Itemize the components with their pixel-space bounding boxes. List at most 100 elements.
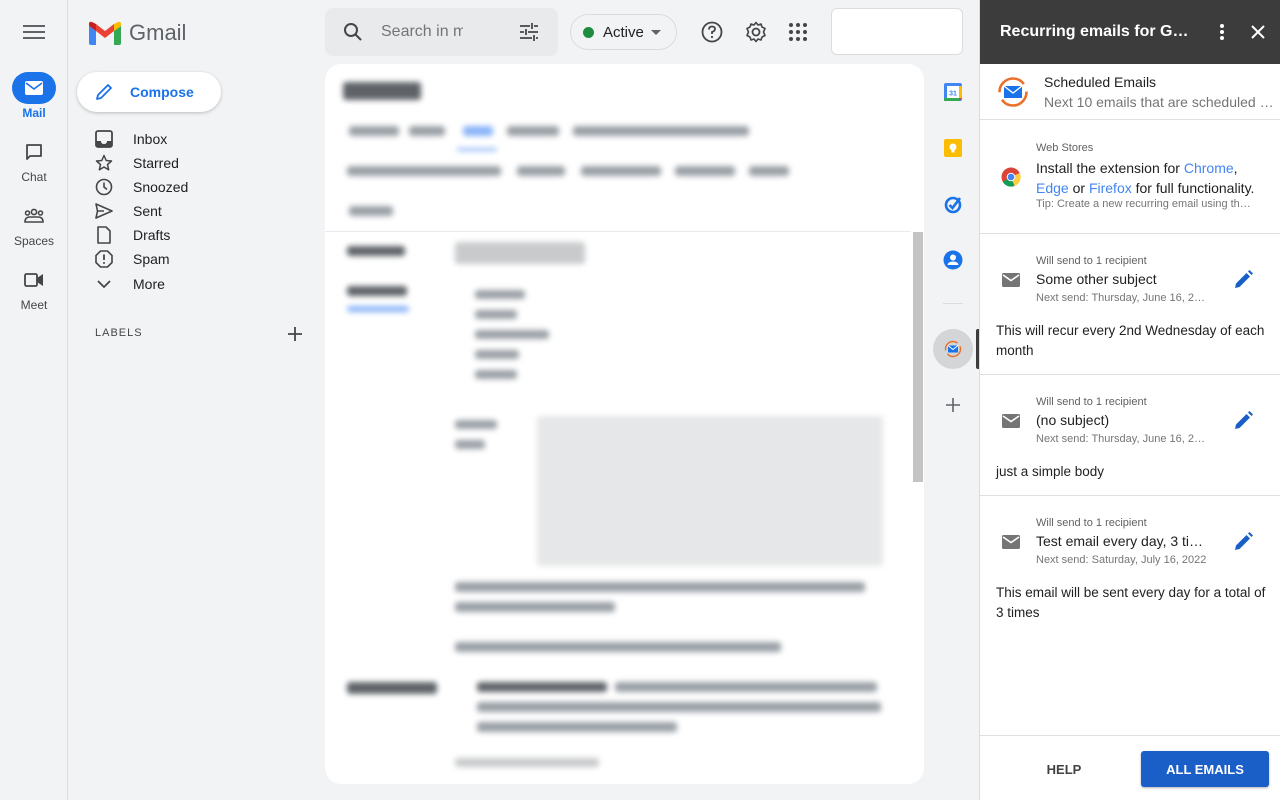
- edit-email-button[interactable]: [1231, 268, 1255, 292]
- email-description: This email will be sent every day for a …: [996, 585, 1266, 620]
- mail-icon: [25, 81, 43, 95]
- status-dot: [583, 26, 594, 38]
- nav-label: Sent: [133, 203, 162, 219]
- panel-title: Recurring emails for Gmail: [1000, 23, 1196, 40]
- rail-item-label: Chat: [21, 170, 47, 184]
- meet-icon: [24, 273, 43, 287]
- calendar-icon: 31: [944, 83, 962, 101]
- keep-app-button[interactable]: [941, 136, 965, 160]
- tasks-app-button[interactable]: [941, 192, 965, 216]
- install-extension-text: Install the extension for Chrome, Edge o…: [1036, 158, 1272, 198]
- compose-button[interactable]: Compose: [77, 72, 221, 112]
- panel-close-button[interactable]: [1246, 20, 1270, 44]
- clock-icon: [95, 178, 113, 196]
- install-text: Install the extension for: [1036, 160, 1184, 176]
- main-scrollbar[interactable]: [913, 232, 923, 482]
- email-description: just a simple body: [996, 464, 1105, 479]
- firefox-store-link[interactable]: Firefox: [1089, 180, 1132, 196]
- nav-item-starred[interactable]: Starred: [94, 151, 314, 175]
- email-description: This will recur every 2nd Wednesday of e…: [996, 323, 1265, 358]
- panel-more-button[interactable]: [1210, 20, 1234, 44]
- caret-down-icon: [650, 29, 661, 35]
- email-subject: Test email every day, 3 times: [1036, 533, 1208, 549]
- web-stores-section: Web Stores Install the extension for Chr…: [980, 120, 1280, 234]
- status-dropdown[interactable]: Active: [570, 14, 677, 50]
- pencil-icon: [96, 84, 112, 100]
- recurring-emails-logo-icon: [998, 77, 1028, 107]
- nav-item-snoozed[interactable]: Snoozed: [94, 175, 314, 199]
- send-icon: [95, 203, 113, 219]
- search-options-icon[interactable]: [518, 22, 540, 42]
- help-icon: [701, 21, 723, 43]
- scheduled-emails-section[interactable]: Scheduled Emails Next 10 emails that are…: [980, 64, 1280, 120]
- account-area[interactable]: [831, 8, 963, 55]
- next-send-date: Next send: Saturday, July 16, 2022: [1036, 554, 1207, 566]
- recurring-emails-app-button[interactable]: [933, 329, 973, 369]
- search-bar: [325, 8, 558, 56]
- nav-item-inbox[interactable]: Inbox: [94, 127, 314, 151]
- calendar-app-button[interactable]: 31: [941, 80, 965, 104]
- contacts-icon: [943, 250, 963, 270]
- get-addons-button[interactable]: [941, 393, 965, 417]
- panel-header: Recurring emails for Gmail: [980, 0, 1280, 64]
- spaces-icon: [24, 208, 44, 223]
- support-button[interactable]: [700, 20, 724, 44]
- nav-item-sent[interactable]: Sent: [94, 199, 314, 223]
- next-send-date: Next send: Thursday, June 16, 2022: [1036, 433, 1208, 445]
- scheduled-emails-subtitle: Next 10 emails that are scheduled to be …: [1044, 94, 1276, 110]
- plus-icon: [288, 327, 302, 341]
- next-send-date: Next send: Thursday, June 16, 2022: [1036, 292, 1208, 304]
- help-button[interactable]: HELP: [1028, 753, 1100, 785]
- recurring-emails-icon: [944, 340, 962, 358]
- web-stores-label: Web Stores: [1036, 142, 1094, 154]
- star-icon: [95, 154, 113, 171]
- panel-footer: HELP ALL EMAILS: [980, 735, 1280, 800]
- contacts-app-button[interactable]: [941, 248, 965, 272]
- inbox-icon: [95, 130, 113, 148]
- nav-label: Starred: [133, 155, 179, 171]
- keep-icon: [944, 139, 962, 157]
- spam-icon: [95, 250, 113, 268]
- nav-label: Spam: [133, 251, 170, 267]
- rail-item-chat[interactable]: Chat: [0, 136, 68, 184]
- edit-email-button[interactable]: [1231, 530, 1255, 554]
- nav-item-more[interactable]: More: [94, 272, 314, 296]
- email-icon: [1002, 414, 1020, 428]
- labels-heading: LABELS: [95, 327, 143, 339]
- tip-text: Tip: Create a new recurring email using …: [1036, 198, 1256, 210]
- close-icon: [1251, 25, 1265, 39]
- search-input[interactable]: [381, 23, 463, 41]
- settings-button[interactable]: [744, 20, 768, 44]
- or-text: or: [1068, 180, 1089, 196]
- rail-item-spaces[interactable]: Spaces: [0, 200, 68, 248]
- recurring-email-card[interactable]: Will send to 1 recipient Test email ever…: [980, 496, 1280, 637]
- chrome-icon: [1001, 167, 1021, 187]
- chevron-down-icon: [97, 280, 111, 289]
- rail-item-meet[interactable]: Meet: [0, 264, 68, 312]
- gear-icon: [746, 21, 766, 43]
- draft-icon: [97, 226, 111, 244]
- add-icon: [946, 398, 960, 412]
- recurring-email-card[interactable]: Will send to 1 recipient (no subject) Ne…: [980, 375, 1280, 496]
- email-icon: [1002, 535, 1020, 549]
- gmail-logo[interactable]: Gmail: [89, 20, 186, 46]
- recurring-email-card[interactable]: Will send to 1 recipient Some other subj…: [980, 234, 1280, 375]
- apps-button[interactable]: [786, 20, 810, 44]
- rail-item-mail[interactable]: Mail: [0, 72, 68, 120]
- nav-label: Snoozed: [133, 179, 189, 195]
- edge-store-link[interactable]: Edge: [1036, 180, 1069, 196]
- nav-item-spam[interactable]: Spam: [94, 247, 314, 271]
- chrome-store-link[interactable]: Chrome: [1184, 160, 1234, 176]
- addon-panel: Recurring emails for Gmail Scheduled Ema…: [979, 0, 1280, 800]
- search-icon[interactable]: [343, 22, 363, 42]
- add-label-button[interactable]: [285, 324, 305, 344]
- app-rail: Mail Chat Spaces Meet: [0, 0, 68, 800]
- nav-item-drafts[interactable]: Drafts: [94, 223, 314, 247]
- main-menu-button[interactable]: [22, 22, 46, 42]
- all-emails-button[interactable]: ALL EMAILS: [1141, 751, 1269, 787]
- nav-label: Inbox: [133, 131, 168, 147]
- edit-email-button[interactable]: [1231, 409, 1255, 433]
- nav-label: More: [133, 276, 165, 292]
- status-label: Active: [603, 23, 644, 41]
- email-subject: Some other subject: [1036, 271, 1157, 287]
